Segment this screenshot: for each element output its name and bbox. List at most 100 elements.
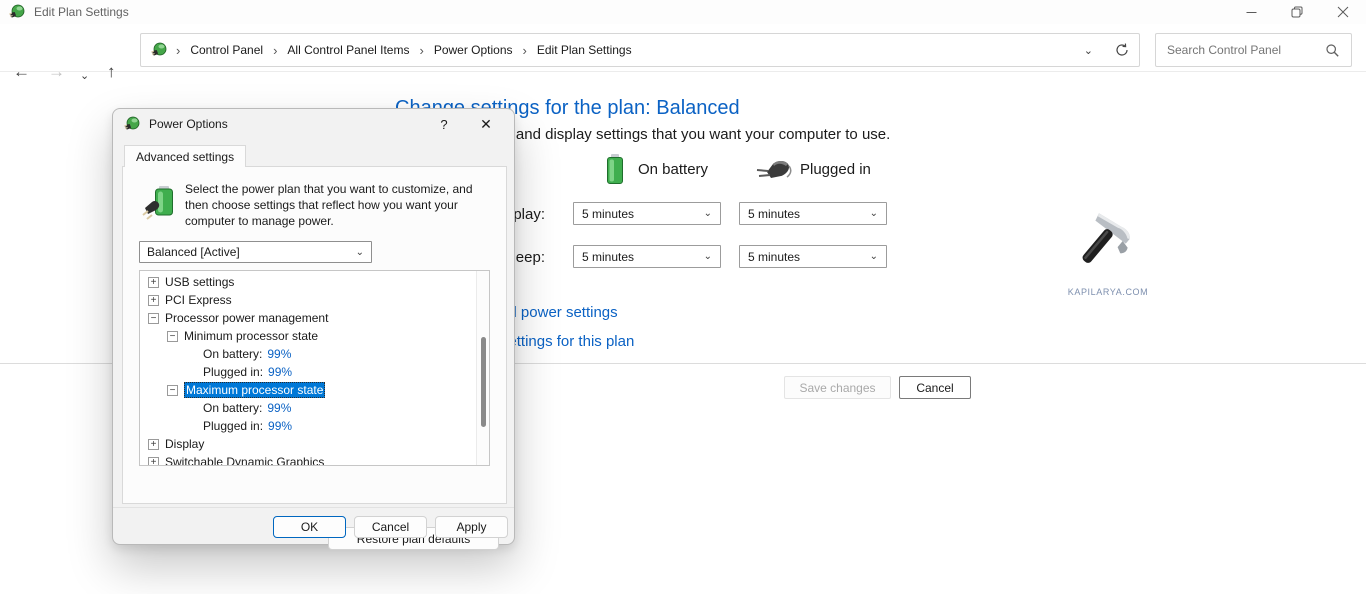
- forward-button[interactable]: →: [48, 62, 65, 82]
- tree-item[interactable]: −Maximum processor state: [140, 381, 476, 399]
- power-plan-select[interactable]: Balanced [Active] ⌄: [139, 241, 372, 263]
- display-on-battery-select[interactable]: 5 minutes ⌄: [573, 202, 721, 225]
- tree-item-value[interactable]: 99%: [267, 347, 291, 361]
- apply-button[interactable]: Apply: [435, 516, 508, 538]
- back-button[interactable]: ←: [13, 62, 30, 82]
- window-title: Edit Plan Settings: [34, 5, 129, 19]
- restore-icon: [1291, 6, 1303, 18]
- tree-item-label[interactable]: Minimum processor state: [184, 329, 318, 343]
- help-button[interactable]: ?: [424, 109, 464, 139]
- tree-item-label[interactable]: On battery:: [203, 347, 262, 361]
- chevron-down-icon: ⌄: [870, 251, 878, 262]
- ok-button[interactable]: OK: [273, 516, 346, 538]
- tree-item[interactable]: On battery: 99%: [140, 399, 476, 417]
- edit-plan-settings-window: Edit Plan Settings ← → ⌄ ↑: [0, 0, 1366, 594]
- hammer-icon: [1072, 210, 1144, 280]
- search-input[interactable]: [1167, 43, 1326, 57]
- chevron-down-icon: ⌄: [356, 247, 364, 258]
- tree-item[interactable]: + PCI Express: [140, 291, 476, 309]
- recent-pages-dropdown[interactable]: ⌄: [80, 66, 89, 86]
- expand-icon[interactable]: +: [148, 457, 159, 467]
- breadcrumb-separator-icon: ›: [419, 43, 423, 58]
- navigation-bar: ← → ⌄ ↑ › Control Panel › All Control Pa…: [0, 24, 1366, 72]
- tree-item-label[interactable]: Switchable Dynamic Graphics: [165, 455, 324, 466]
- window-titlebar: Edit Plan Settings: [0, 0, 1366, 24]
- search-box[interactable]: [1155, 33, 1352, 67]
- tab-advanced-settings[interactable]: Advanced settings: [124, 145, 246, 167]
- tree-item-label[interactable]: On battery:: [203, 401, 262, 415]
- minimize-button[interactable]: [1228, 0, 1274, 24]
- up-button[interactable]: ↑: [107, 62, 116, 82]
- collapse-icon[interactable]: −: [167, 385, 178, 396]
- plugged-in-icon: [753, 158, 793, 184]
- select-value: 5 minutes: [582, 250, 704, 264]
- power-options-icon: [9, 4, 25, 20]
- tree-item-value[interactable]: 99%: [267, 401, 291, 415]
- tree-item[interactable]: −Processor power management: [140, 309, 476, 327]
- chevron-down-icon: ⌄: [870, 208, 878, 219]
- power-options-icon: [124, 116, 140, 132]
- close-button[interactable]: [1320, 0, 1366, 24]
- breadcrumb-item-power-options[interactable]: Power Options: [433, 41, 514, 59]
- address-dropdown-icon[interactable]: ⌄: [1084, 44, 1093, 57]
- breadcrumb-item-control-panel[interactable]: Control Panel: [189, 41, 264, 59]
- breadcrumb-item-all-items[interactable]: All Control Panel Items: [286, 41, 410, 59]
- on-battery-icon: [605, 153, 625, 185]
- dialog-description: Select the power plan that you want to c…: [185, 181, 487, 229]
- sleep-plugged-in-select[interactable]: 5 minutes ⌄: [739, 245, 887, 268]
- restore-button[interactable]: [1274, 0, 1320, 24]
- on-battery-column-header: On battery: [638, 161, 708, 178]
- plugged-in-column-header: Plugged in: [800, 161, 871, 178]
- dialog-titlebar: Power Options ? ✕: [113, 109, 514, 139]
- tree-item[interactable]: + Display: [140, 435, 476, 453]
- save-changes-button[interactable]: Save changes: [784, 376, 891, 399]
- power-options-icon: [151, 42, 167, 58]
- tree-item-value[interactable]: 99%: [268, 419, 292, 433]
- tree-item[interactable]: Plugged in: 99%: [140, 363, 476, 381]
- expand-icon[interactable]: +: [148, 439, 159, 450]
- minimize-icon: [1246, 7, 1257, 18]
- tree-item-label[interactable]: PCI Express: [165, 293, 232, 307]
- breadcrumb[interactable]: › Control Panel › All Control Panel Item…: [140, 33, 1140, 67]
- tree-item-value[interactable]: 99%: [268, 365, 292, 379]
- dialog-tab-page: Select the power plan that you want to c…: [122, 166, 507, 504]
- dialog-title: Power Options: [149, 117, 228, 131]
- tree-item[interactable]: On battery: 99%: [140, 345, 476, 363]
- tree-item-label[interactable]: Plugged in:: [203, 365, 263, 379]
- watermark: KAPILARYA.COM: [1063, 210, 1153, 297]
- tree-item[interactable]: + Switchable Dynamic Graphics: [140, 453, 476, 466]
- tree-item-label[interactable]: Display: [165, 437, 204, 451]
- tree-item-label[interactable]: Plugged in:: [203, 419, 263, 433]
- watermark-text: KAPILARYA.COM: [1063, 287, 1153, 297]
- collapse-icon[interactable]: −: [148, 313, 159, 324]
- power-plan-icon: [142, 184, 180, 224]
- breadcrumb-item-edit-plan-settings[interactable]: Edit Plan Settings: [536, 41, 633, 59]
- tree-item-label[interactable]: USB settings: [165, 275, 234, 289]
- tree-scrollbar[interactable]: [476, 271, 489, 465]
- tree-item-label[interactable]: Maximum processor state: [184, 382, 325, 398]
- expand-icon[interactable]: +: [148, 295, 159, 306]
- breadcrumb-separator-icon: ›: [523, 43, 527, 58]
- tree-item[interactable]: Plugged in: 99%: [140, 417, 476, 435]
- advanced-settings-tree: +USB settings+PCI Express−Processor powe…: [139, 270, 490, 466]
- expand-icon[interactable]: +: [148, 277, 159, 288]
- dialog-cancel-button[interactable]: Cancel: [354, 516, 427, 538]
- close-icon: [1337, 6, 1349, 18]
- tree-scrollbar-thumb[interactable]: [481, 337, 486, 427]
- select-value: 5 minutes: [748, 207, 870, 221]
- refresh-icon: [1115, 43, 1129, 57]
- display-plugged-in-select[interactable]: 5 minutes ⌄: [739, 202, 887, 225]
- refresh-button[interactable]: [1115, 43, 1129, 57]
- power-options-dialog: Power Options ? ✕ Advanced settings Sele…: [112, 108, 515, 545]
- tree-item[interactable]: + USB settings: [140, 273, 476, 291]
- search-icon: [1326, 44, 1339, 57]
- dialog-close-button[interactable]: ✕: [466, 109, 506, 139]
- tree-item-label[interactable]: Processor power management: [165, 311, 328, 325]
- chevron-down-icon: ⌄: [704, 251, 712, 262]
- tree-item[interactable]: −Minimum processor state: [140, 327, 476, 345]
- breadcrumb-separator-icon: ›: [273, 43, 277, 58]
- sleep-on-battery-select[interactable]: 5 minutes ⌄: [573, 245, 721, 268]
- page-cancel-button[interactable]: Cancel: [899, 376, 971, 399]
- chevron-down-icon: ⌄: [704, 208, 712, 219]
- collapse-icon[interactable]: −: [167, 331, 178, 342]
